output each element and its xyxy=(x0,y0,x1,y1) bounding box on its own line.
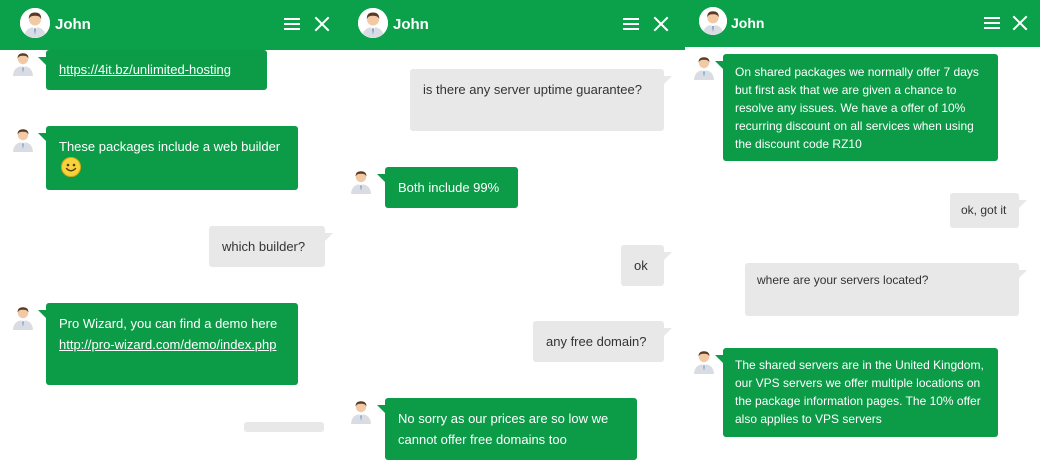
agent-message: https://4it.bz/unlimited-hosting xyxy=(38,50,267,90)
message-text: These packages include a web builder xyxy=(59,139,281,154)
message-text: Pro Wizard, you can find a demo here xyxy=(59,316,278,331)
agent-avatar-icon xyxy=(699,7,727,35)
close-icon[interactable] xyxy=(1011,14,1029,32)
agent-avatar-icon xyxy=(12,52,34,76)
hamburger-menu-icon[interactable] xyxy=(283,15,301,33)
agent-message: On shared packages we normally offer 7 d… xyxy=(715,54,998,161)
chat-panel-3: John On shared packages we normally offe… xyxy=(685,0,1040,461)
smiley-emoji-icon xyxy=(61,157,81,177)
message-text: is there any server uptime guarantee? xyxy=(423,82,642,97)
hamburger-menu-icon[interactable] xyxy=(622,15,640,33)
message-text: any free domain? xyxy=(546,334,647,349)
close-icon[interactable] xyxy=(313,15,331,33)
user-message: which builder? xyxy=(209,226,333,267)
message-text: On shared packages we normally offer 7 d… xyxy=(735,65,979,151)
message-text: The shared servers are in the United Kin… xyxy=(735,358,984,426)
agent-avatar-icon xyxy=(12,128,34,152)
agent-message: The shared servers are in the United Kin… xyxy=(715,348,998,437)
message-text: Both include 99% xyxy=(398,180,500,195)
user-message: where are your servers located? xyxy=(745,263,1027,316)
agent-avatar-icon xyxy=(693,56,715,80)
agent-name: John xyxy=(55,16,91,33)
agent-avatar-icon xyxy=(350,400,372,424)
agent-message: Both include 99% xyxy=(377,167,518,208)
user-message: is there any server uptime guarantee? xyxy=(410,69,672,131)
user-message: ok, got it xyxy=(950,193,1027,228)
chat-header: John xyxy=(0,0,340,50)
hamburger-menu-icon[interactable] xyxy=(983,14,1001,32)
user-message xyxy=(244,422,324,432)
message-link[interactable]: https://4it.bz/unlimited-hosting xyxy=(59,62,231,77)
message-text: ok, got it xyxy=(961,203,1007,217)
chat-header: John xyxy=(340,0,685,50)
message-text: where are your servers located? xyxy=(757,273,929,287)
message-link[interactable]: http://pro-wizard.com/demo/index.php xyxy=(59,337,277,352)
chat-panel-2: John is there any server uptime guarante… xyxy=(340,0,685,461)
user-message: any free domain? xyxy=(533,321,672,362)
close-icon[interactable] xyxy=(652,15,670,33)
chat-panel-1: John https://4it.bz/unlimited-hosting Th… xyxy=(0,0,340,461)
agent-name: John xyxy=(731,15,765,31)
agent-message: No sorry as our prices are so low we can… xyxy=(377,398,637,460)
agent-name: John xyxy=(393,16,429,33)
message-text: ok xyxy=(634,258,648,273)
agent-avatar-icon xyxy=(358,8,388,38)
agent-avatar-icon xyxy=(12,306,34,330)
agent-avatar-icon xyxy=(350,170,372,194)
user-message: ok xyxy=(621,245,672,286)
agent-avatar-icon xyxy=(693,350,715,374)
chat-header: John xyxy=(685,0,1040,47)
message-text: which builder? xyxy=(222,239,306,254)
agent-avatar-icon xyxy=(20,8,50,38)
agent-message: These packages include a web builder xyxy=(38,126,298,190)
message-text: No sorry as our prices are so low we can… xyxy=(398,411,609,447)
agent-message: Pro Wizard, you can find a demo here htt… xyxy=(38,303,298,385)
